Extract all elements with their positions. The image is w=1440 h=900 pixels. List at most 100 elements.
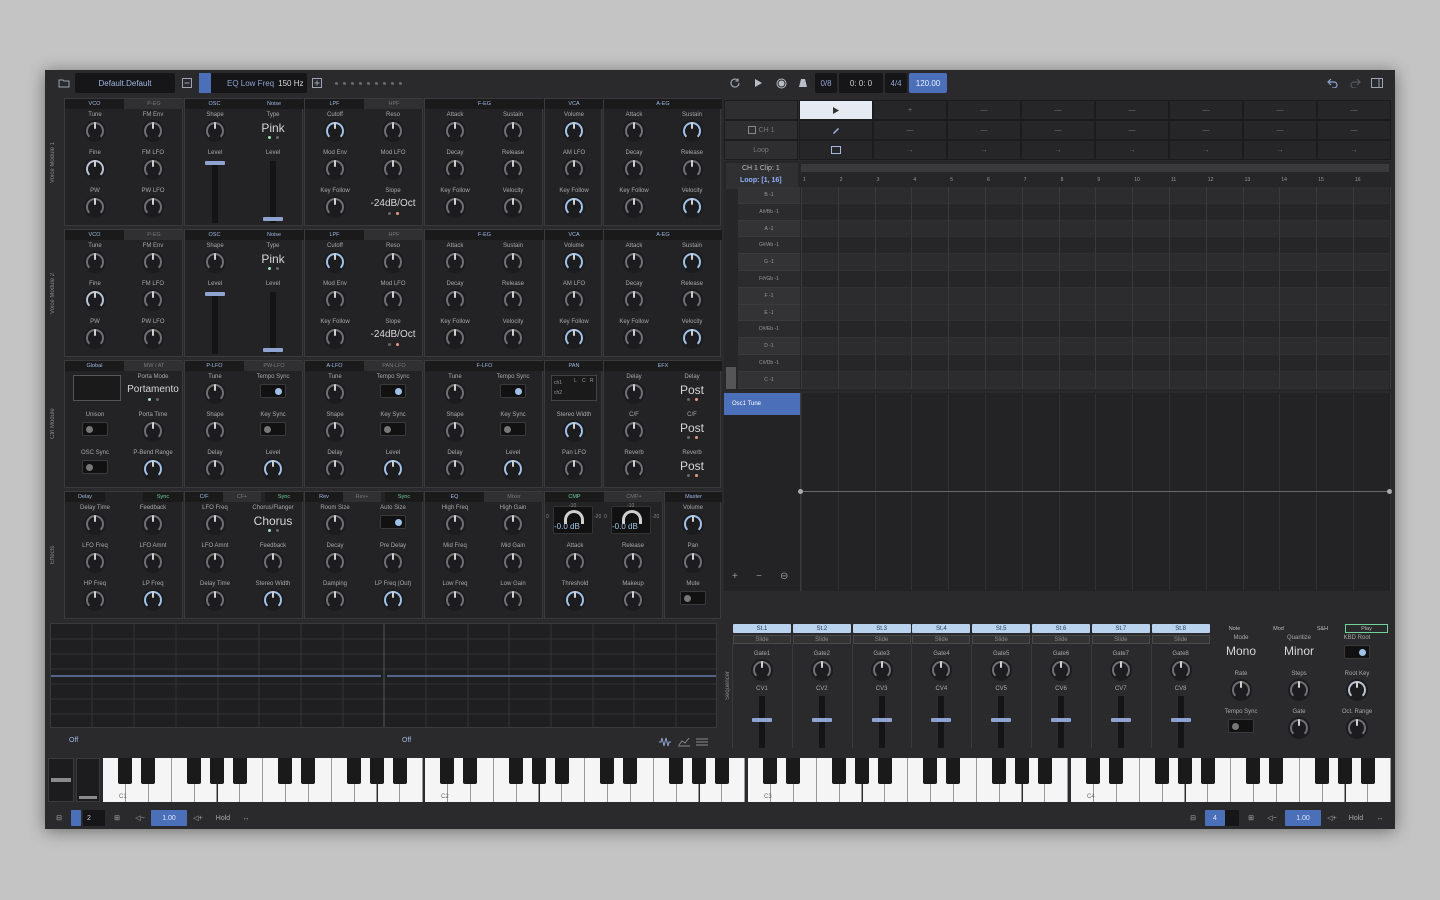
loop-icon[interactable] — [728, 74, 742, 92]
damping-knob[interactable] — [324, 589, 346, 611]
piano-keyboard[interactable]: C1 C2 C3 C4 — [103, 758, 1393, 802]
v2-tab-hpf[interactable]: HPF — [364, 230, 424, 240]
p-lfo-delay-knob[interactable] — [204, 458, 226, 480]
step-3-button[interactable]: St.3 — [852, 624, 911, 633]
sequencer-tab-note[interactable]: Note — [1213, 624, 1256, 633]
step-7-cv-fader-cap[interactable] — [1110, 718, 1131, 722]
v1-fm-lfo-knob[interactable] — [142, 158, 164, 180]
v2-osc-level-fader[interactable] — [205, 292, 225, 354]
v1-noise-level-fader[interactable] — [263, 161, 283, 223]
f-lfo-level-knob[interactable] — [502, 458, 524, 480]
undo-icon[interactable] — [1325, 74, 1339, 92]
v2-tab-noise[interactable]: Noise — [244, 230, 304, 240]
step-1-cv-fader-cap[interactable] — [752, 718, 772, 722]
step-1-button[interactable]: St.1 — [733, 624, 791, 633]
black-key[interactable] — [1314, 758, 1329, 784]
v2-reso-knob[interactable] — [382, 251, 404, 273]
efx-routing-2-value[interactable]: Post — [664, 459, 720, 473]
pencil-icon[interactable] — [832, 126, 840, 134]
launcher-cell-0-1[interactable]: + — [873, 100, 947, 120]
step-3-cv-fader[interactable] — [871, 696, 892, 748]
step-7-slide-button[interactable]: Slide — [1091, 635, 1150, 644]
v2-vca-key-follow-knob[interactable] — [563, 327, 585, 349]
note-key-8[interactable]: D#/Eb -1 — [738, 321, 800, 339]
f-lfo-delay-knob[interactable] — [444, 458, 466, 480]
clear-lane-button[interactable]: ⊖ — [780, 571, 788, 582]
v1-tune-knob[interactable] — [84, 120, 106, 142]
loop-range-bar[interactable] — [801, 164, 1389, 172]
v1-tab-osc[interactable]: OSC — [185, 99, 244, 109]
seq-rate-knob[interactable] — [1230, 679, 1252, 701]
black-key[interactable] — [1108, 758, 1123, 784]
master-pan-knob[interactable] — [682, 551, 704, 573]
launcher-cell-0-3[interactable]: — — [1021, 100, 1095, 120]
step-7-gate-knob[interactable] — [1109, 659, 1132, 681]
step-7-cv-fader[interactable] — [1110, 696, 1131, 748]
launcher-cell-2-7[interactable]: → — [1317, 140, 1391, 160]
a-lfo-tab-2[interactable]: PAN-LFO — [364, 361, 424, 371]
tab-efx[interactable]: EFX — [604, 361, 722, 371]
tab-rev-plus[interactable]: Rev+ — [343, 492, 381, 502]
auto-size-toggle[interactable] — [380, 515, 406, 529]
v1-fine-knob[interactable] — [84, 158, 106, 180]
v2-aeg-velocity-knob[interactable] — [681, 327, 703, 349]
f-lfo-tab[interactable]: F-LFO — [425, 361, 544, 371]
unison-toggle[interactable] — [82, 422, 108, 436]
automation-lane-osc1-tune[interactable]: Osc1 Tune — [724, 393, 800, 415]
cmp-meter-2[interactable]: -0.0 dB — [611, 506, 651, 534]
v2-feg-velocity-knob[interactable] — [502, 327, 524, 349]
step-6-button[interactable]: St.6 — [1032, 624, 1090, 633]
p-lfo-tab-2[interactable]: PW-LFO — [244, 361, 304, 371]
v2-vca-am-lfo-knob[interactable] — [563, 289, 585, 311]
launcher-cell-2-2[interactable]: → — [947, 140, 1021, 160]
v2-fm-env-knob[interactable] — [142, 251, 164, 273]
v1-aeg-attack-knob[interactable] — [623, 120, 645, 142]
mute-toggle[interactable] — [680, 591, 706, 605]
efx-routing-1-value[interactable]: Post — [664, 421, 720, 435]
v2-noise-level-fader-cap[interactable] — [263, 348, 283, 352]
v2-noise-level-fader[interactable] — [263, 292, 283, 354]
delay-lfo-amnt-knob[interactable] — [142, 551, 164, 573]
tab-delay-sync[interactable]: Sync — [143, 492, 183, 502]
launcher-cell-2-3[interactable]: → — [1021, 140, 1095, 160]
f-lfo-key-sync-toggle[interactable] — [500, 422, 526, 436]
redo-icon[interactable] — [1348, 74, 1362, 92]
remove-lane-button[interactable]: − — [756, 571, 762, 582]
note-key-6[interactable]: F -1 — [738, 287, 800, 305]
cmp-meter-1[interactable]: -0.0 dB — [553, 506, 593, 534]
voice-assign-map[interactable] — [73, 375, 121, 401]
tab-cf[interactable]: C/F — [185, 492, 223, 502]
eq-high-freq-knob[interactable] — [444, 513, 466, 535]
black-key[interactable] — [877, 758, 892, 784]
black-key[interactable] — [508, 758, 523, 784]
black-key[interactable] — [300, 758, 315, 784]
cmp-threshold-knob[interactable] — [564, 589, 586, 611]
v1-tab-aeg[interactable]: A-EG — [604, 99, 722, 109]
step-4-slide-button[interactable]: Slide — [912, 635, 971, 644]
porta-time-knob[interactable] — [142, 420, 164, 442]
launcher-cell-1-2[interactable]: — — [947, 120, 1021, 140]
p-lfo-tempo-sync-toggle[interactable] — [260, 384, 286, 398]
black-key[interactable] — [854, 758, 869, 784]
v1-vca-key-follow-knob[interactable] — [563, 196, 585, 218]
black-key[interactable] — [1337, 758, 1352, 784]
a-lfo-delay-knob[interactable] — [324, 458, 346, 480]
step-6-cv-fader[interactable] — [1051, 696, 1071, 748]
black-key[interactable] — [668, 758, 683, 784]
time-signature[interactable]: 4/4 — [885, 73, 907, 93]
cf-stereo-width-knob[interactable] — [262, 589, 284, 611]
v1-fm-env-knob[interactable] — [142, 120, 164, 142]
tab-master[interactable]: Master — [665, 492, 722, 502]
p-lfo-level-knob[interactable] — [262, 458, 284, 480]
cf-lfo-freq-knob[interactable] — [204, 513, 226, 535]
play-icon[interactable] — [751, 74, 765, 92]
launcher-cell-0-6[interactable]: — — [1243, 100, 1317, 120]
cmp-makeup-knob[interactable] — [622, 589, 644, 611]
porta-mode-value[interactable]: Portamento — [125, 383, 181, 397]
delay-feedback-knob[interactable] — [142, 513, 164, 535]
v2-osc-level-fader-cap[interactable] — [205, 292, 225, 296]
f-lfo-shape-knob[interactable] — [444, 420, 466, 442]
step-4-button[interactable]: St.4 — [912, 624, 971, 633]
v1-tab-peg[interactable]: P-EG — [124, 99, 184, 109]
v1-feg-release-knob[interactable] — [502, 158, 524, 180]
